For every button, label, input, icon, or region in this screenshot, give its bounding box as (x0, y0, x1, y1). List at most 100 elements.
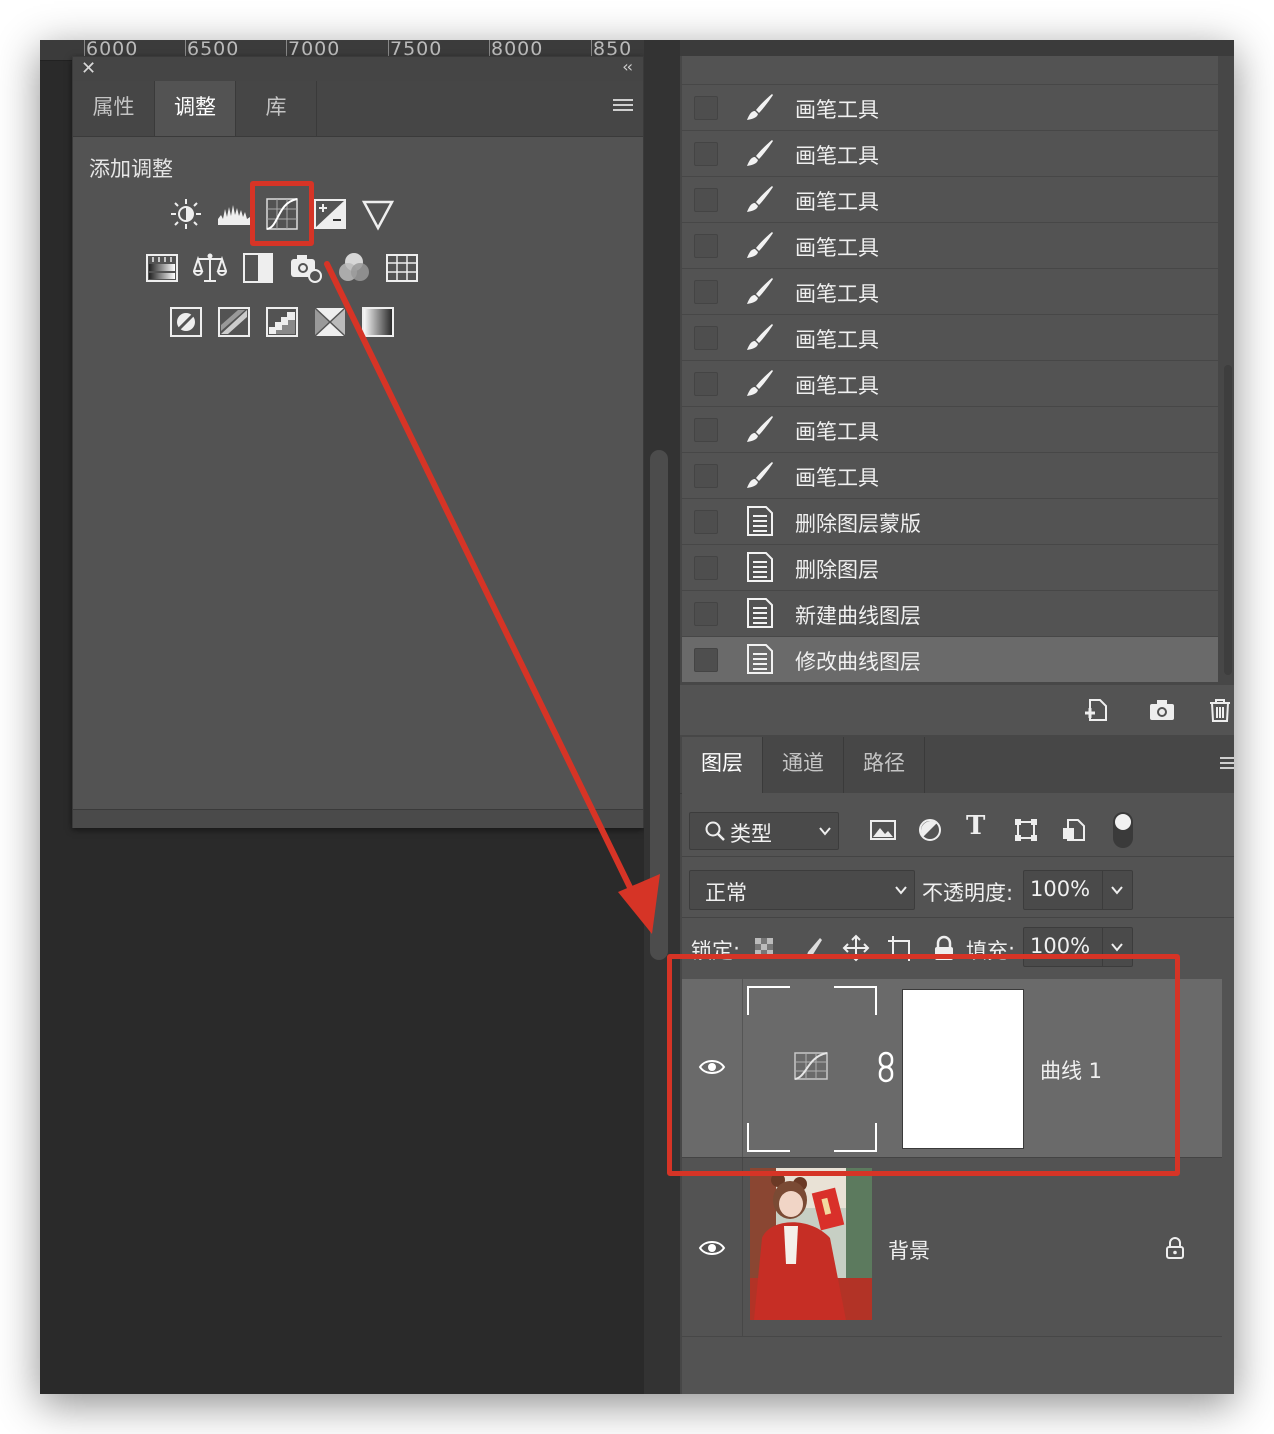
document-icon (744, 505, 776, 537)
history-snapshot-checkbox[interactable] (694, 510, 718, 534)
history-snapshot-checkbox[interactable] (694, 418, 718, 442)
new-document-from-state-icon[interactable] (1082, 696, 1110, 724)
filter-toggle-switch[interactable] (1113, 812, 1133, 848)
photoshop-window: 6000 6500 7000 7500 8000 850 ✕ ‹‹ 属性 调整 … (40, 40, 1234, 1394)
chevron-down-icon (1111, 886, 1123, 895)
history-item[interactable]: 新建曲线图层 (682, 591, 1218, 637)
filter-pixel-layer-icon[interactable] (869, 816, 897, 844)
history-item[interactable]: 修改曲线图层 (682, 637, 1218, 683)
panel-tabs: 属性 调整 库 (73, 81, 643, 137)
layers-panel-tabs: 图层 通道 路径 (680, 737, 1234, 794)
opacity-label: 不透明度: (922, 881, 1014, 905)
search-icon (705, 821, 725, 841)
history-item[interactable]: 删除图层 (682, 545, 1218, 591)
history-snapshot-checkbox[interactable] (694, 648, 718, 672)
hue-saturation-icon[interactable] (145, 251, 179, 285)
history-item[interactable]: 画笔工具 (682, 269, 1218, 315)
canvas-scrollbar[interactable] (650, 450, 668, 960)
brush-icon (744, 413, 776, 445)
vibrance-icon[interactable] (361, 197, 395, 231)
filter-type-layer-icon[interactable]: T (966, 811, 985, 841)
panel-menu-icon[interactable] (613, 99, 633, 114)
history-scrollbar[interactable] (1224, 365, 1232, 675)
color-lookup-icon[interactable] (385, 251, 419, 285)
history-snapshot-checkbox[interactable] (694, 280, 718, 304)
history-snapshot-checkbox[interactable] (694, 142, 718, 166)
trash-icon[interactable] (1206, 696, 1234, 724)
tab-paths[interactable]: 路径 (844, 737, 924, 793)
filter-smart-object-icon[interactable] (1060, 816, 1088, 844)
history-item[interactable]: 画笔工具 (682, 315, 1218, 361)
brush-icon (744, 137, 776, 169)
history-item-label: 删除图层 (795, 558, 879, 582)
panel-resize-grip[interactable] (73, 809, 643, 828)
channel-mixer-icon[interactable] (337, 251, 371, 285)
brush-icon (744, 321, 776, 353)
tab-adjustments[interactable]: 调整 (155, 81, 235, 136)
camera-snapshot-icon[interactable] (1148, 696, 1176, 724)
gradient-map-icon[interactable] (361, 305, 395, 339)
history-item-label: 修改曲线图层 (795, 650, 921, 674)
highlight-box-curves-icon (250, 181, 314, 246)
layers-panel-menu-icon[interactable] (1220, 757, 1234, 772)
brush-icon (744, 183, 776, 215)
history-item-label: 画笔工具 (795, 328, 879, 352)
tab-properties[interactable]: 属性 (73, 81, 154, 136)
history-panel-header (680, 40, 1234, 56)
history-item[interactable]: 画笔工具 (682, 361, 1218, 407)
visibility-eye-icon[interactable] (698, 1238, 726, 1258)
filter-adjustment-layer-icon[interactable] (916, 816, 944, 844)
layer-row-background[interactable]: 背景 (682, 1158, 1222, 1336)
exposure-icon[interactable] (313, 197, 347, 231)
black-white-icon[interactable] (241, 251, 275, 285)
history-item[interactable]: 画笔工具 (682, 407, 1218, 453)
brush-icon (744, 229, 776, 261)
history-item[interactable]: 画笔工具 (682, 85, 1218, 131)
levels-icon[interactable] (217, 197, 251, 231)
history-snapshot-checkbox[interactable] (694, 556, 718, 580)
collapse-icon[interactable]: ‹‹ (622, 57, 633, 76)
brush-icon (744, 459, 776, 491)
close-icon[interactable]: ✕ (81, 58, 96, 79)
history-item[interactable]: 删除图层蒙版 (682, 499, 1218, 545)
layer-name[interactable]: 背景 (888, 1235, 930, 1265)
history-item[interactable]: 画笔工具 (682, 223, 1218, 269)
tab-channels[interactable]: 通道 (763, 737, 843, 793)
history-item-label: 画笔工具 (795, 236, 879, 260)
history-item[interactable]: 画笔工具 (682, 453, 1218, 499)
history-snapshot-checkbox[interactable] (694, 234, 718, 258)
color-balance-icon[interactable] (193, 251, 227, 285)
tab-layers[interactable]: 图层 (682, 737, 762, 793)
history-snapshot-checkbox[interactable] (694, 372, 718, 396)
history-item-label: 画笔工具 (795, 420, 879, 444)
threshold-icon[interactable] (265, 305, 299, 339)
history-item[interactable]: 画笔工具 (682, 131, 1218, 177)
layer-filter-select[interactable]: 类型 (689, 812, 839, 850)
history-snapshot-checkbox[interactable] (694, 464, 718, 488)
photo-filter-icon[interactable] (289, 251, 323, 285)
history-item-label: 画笔工具 (795, 144, 879, 168)
opacity-input[interactable]: 100% (1023, 870, 1133, 910)
history-item-label: 画笔工具 (795, 98, 879, 122)
blend-mode-value: 正常 (705, 881, 747, 905)
brush-icon (744, 367, 776, 399)
history-snapshot-checkbox[interactable] (694, 96, 718, 120)
blend-mode-select[interactable]: 正常 (689, 870, 915, 910)
history-item-label: 画笔工具 (795, 282, 879, 306)
photo-thumbnail[interactable] (750, 1168, 872, 1320)
tab-libraries[interactable]: 库 (236, 81, 316, 136)
invert-icon[interactable] (169, 305, 203, 339)
filter-shape-layer-icon[interactable] (1012, 816, 1040, 844)
history-item-label: 删除图层蒙版 (795, 512, 921, 536)
section-title: 添加调整 (89, 157, 173, 181)
history-item-partial[interactable] (682, 56, 1218, 85)
history-snapshot-checkbox[interactable] (694, 326, 718, 350)
brush-icon (744, 275, 776, 307)
brightness-contrast-icon[interactable] (169, 197, 203, 231)
history-item[interactable]: 画笔工具 (682, 177, 1218, 223)
selective-color-icon[interactable] (313, 305, 347, 339)
history-snapshot-checkbox[interactable] (694, 188, 718, 212)
posterize-icon[interactable] (217, 305, 251, 339)
history-snapshot-checkbox[interactable] (694, 602, 718, 626)
layer-lock-icon (1166, 1237, 1184, 1259)
